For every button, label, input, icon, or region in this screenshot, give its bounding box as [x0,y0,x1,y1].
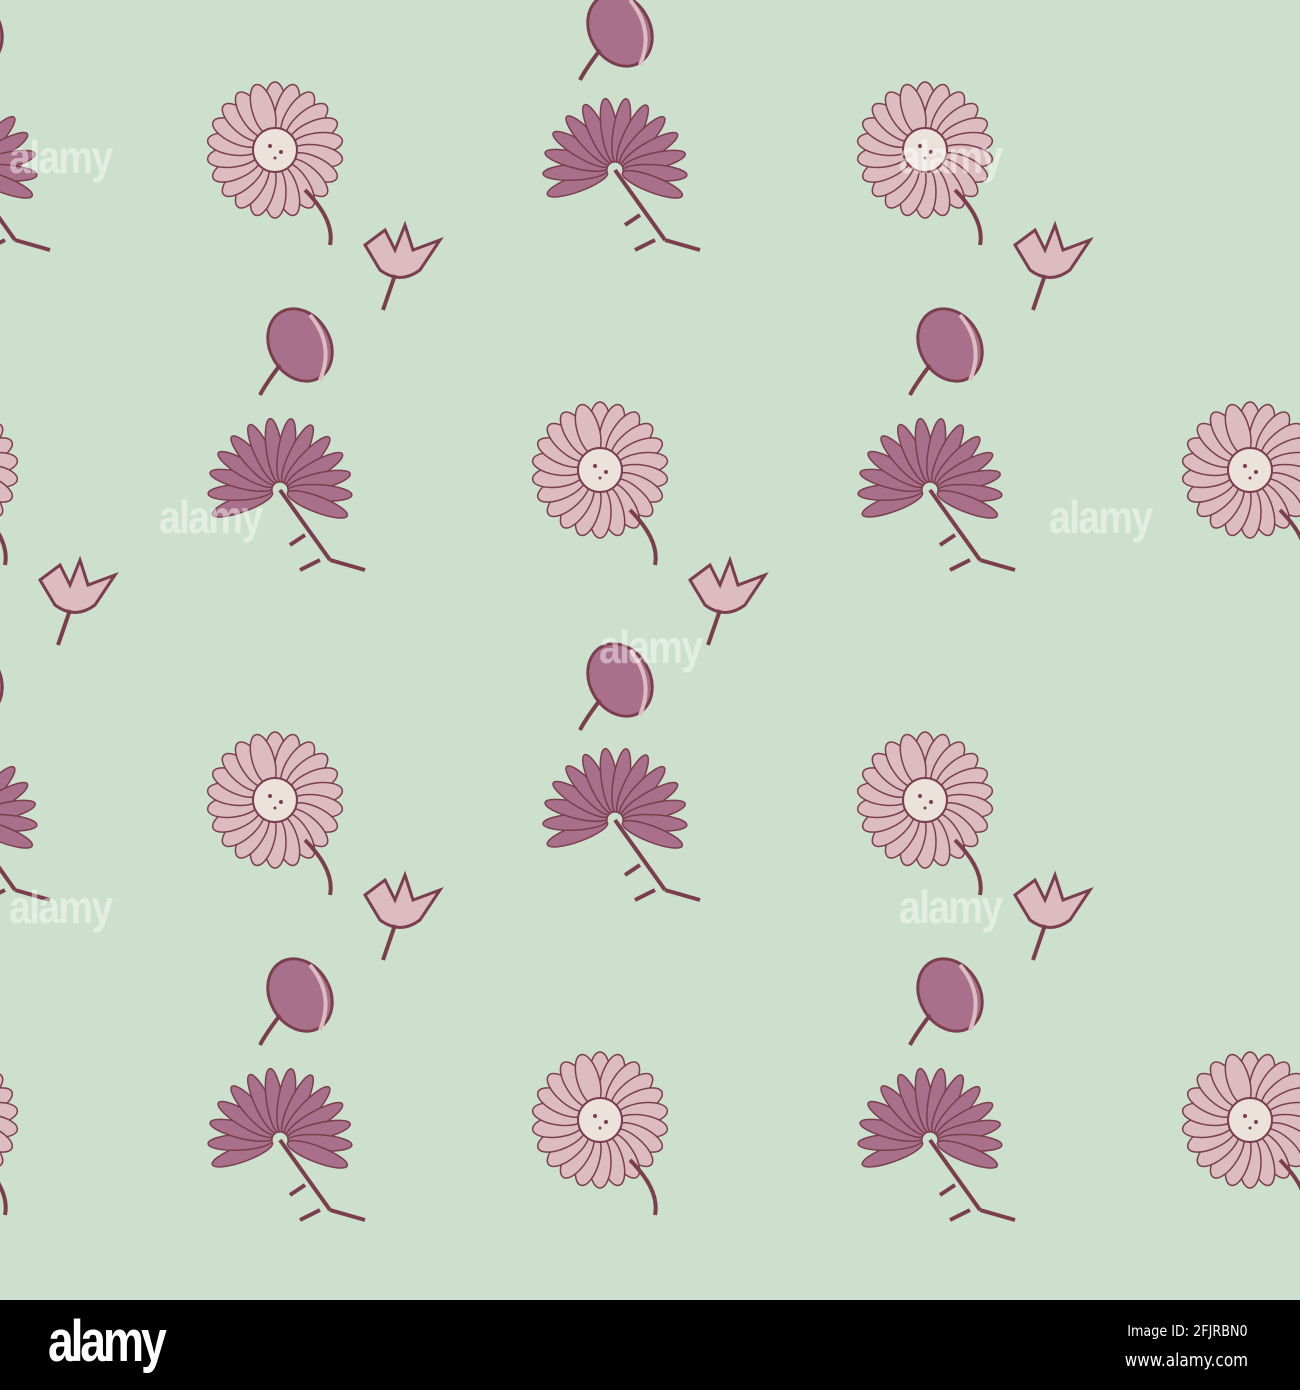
watermark: alamy [899,131,1003,183]
darkflower-motif [205,1065,367,1222]
sideflower-motif [903,945,997,1047]
bigflower-motif [1179,399,1300,567]
image-id: Image ID: 2FJRBN0 [1127,1322,1248,1340]
bigflower-motif [204,729,346,897]
bud-motif [363,223,442,312]
sideflower-motif [0,0,17,82]
darkflower-motif [855,1065,1017,1222]
sideflower-motif [903,295,997,397]
bigflower-motif [0,1049,21,1217]
bud-motif [363,873,442,962]
bigflower-motif [204,79,346,247]
watermark: alamy [159,491,263,543]
watermark: alamy [899,881,1003,933]
darkflower-motif [0,745,53,902]
bigflower-motif [529,399,671,567]
watermark: alamy [9,881,113,933]
darkflower-motif [540,95,702,252]
sideflower-motif [253,945,347,1047]
bigflower-motif [529,1049,671,1217]
sideflower-motif [0,630,17,732]
alamy-logo: alamy [48,1309,167,1374]
bud-motif [1013,223,1092,312]
watermark: alamy [599,621,703,673]
floral-pattern: alamy alamy alamy alamy alamy alamy alam… [0,0,1300,1300]
bigflower-motif [0,399,21,567]
sideflower-motif [573,0,667,82]
watermark: alamy [9,131,113,183]
footer-bar: alamy Image ID: 2FJRBN0 www.alamy.com [0,1300,1300,1390]
bigflower-motif [1179,1049,1300,1217]
darkflower-motif [855,415,1017,572]
darkflower-motif [540,745,702,902]
bud-motif [1013,873,1092,962]
watermark: alamy [1049,491,1153,543]
website-link: www.alamy.com [1124,1350,1248,1371]
bigflower-motif [854,729,996,897]
sideflower-motif [253,295,347,397]
bud-motif [38,558,117,647]
